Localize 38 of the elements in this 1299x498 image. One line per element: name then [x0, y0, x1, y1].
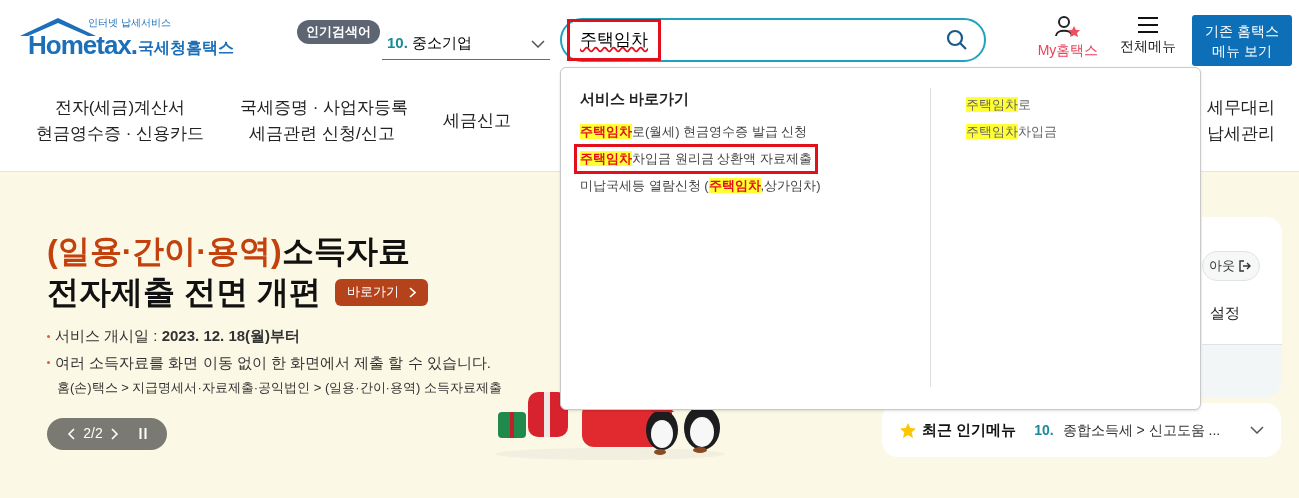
setting-link[interactable]: 설정 [1210, 302, 1240, 325]
banner-title: (일용·간이·용역)소득자료 [47, 232, 411, 271]
menu-icon [1137, 16, 1159, 34]
slide-counter: 2/2 [83, 424, 103, 443]
service-suggestion[interactable]: 주택임차로(월세) 현금영수증 발급 신청 [574, 117, 814, 147]
chevron-right-icon [408, 286, 416, 298]
nav-item[interactable]: 전자(세금)계산서 현금영수증 · 신용카드 [0, 94, 240, 147]
go-button[interactable]: 바로가기 [334, 278, 428, 306]
recent-menu-path: 종합소득세 > 신고도움 ... [1062, 420, 1221, 440]
logo-tagline: 인터넷 납세서비스 [88, 17, 171, 28]
service-suggestion[interactable]: 주택임차차입금 원리금 상환액 자료제출 [574, 144, 818, 174]
logout-icon [1239, 260, 1251, 272]
legacy-menu-button[interactable]: 기존 홈택스 메뉴 보기 [1192, 15, 1292, 66]
bullet-text: 여러 소득자료를 화면 이동 없이 한 화면에서 제출 할 수 있습니다. [55, 352, 491, 373]
chevron-down-icon[interactable] [1250, 426, 1264, 434]
recent-rank: 10. [1034, 420, 1054, 440]
chevron-down-icon [531, 39, 545, 48]
logo-name: 국세청홈택스 [138, 38, 234, 58]
search-icon[interactable] [946, 29, 968, 51]
star-icon [899, 421, 917, 439]
popular-search-badge: 인기검색어 [297, 20, 380, 44]
logout-button[interactable]: 아웃 [1202, 251, 1260, 281]
menu-path: 홈(손)택스 > 지급명세서·자료제출·공익법인 > (일용·간이·용역) 소득자료제출 [57, 379, 502, 397]
previous-icon[interactable] [67, 427, 76, 440]
suggestions-heading: 서비스 바로가기 [580, 89, 691, 109]
nav-item[interactable]: 세무대리 납세관리 [1203, 94, 1279, 147]
bullet-text: 서비스 개시일 : 2023. 12. 18(월)부터 [55, 326, 301, 346]
user-star-icon [1054, 16, 1082, 38]
logo-wordmark[interactable]: Hometax. [28, 32, 138, 58]
banner-subtitle: 전자제출 전면 개편 [47, 273, 321, 312]
pause-icon[interactable] [138, 428, 147, 439]
search-value: 주택임차 [567, 19, 661, 61]
recent-menu-title: 최근 인기메뉴 [922, 419, 1017, 440]
popular-search-dropdown[interactable]: 10. 중소기업 [382, 28, 550, 60]
header-link[interactable]: My홈택스 [1030, 16, 1106, 61]
next-icon[interactable] [110, 427, 119, 440]
search-field[interactable]: 주택임차 [560, 18, 986, 62]
header-link[interactable]: 전체메뉴 [1110, 16, 1186, 57]
